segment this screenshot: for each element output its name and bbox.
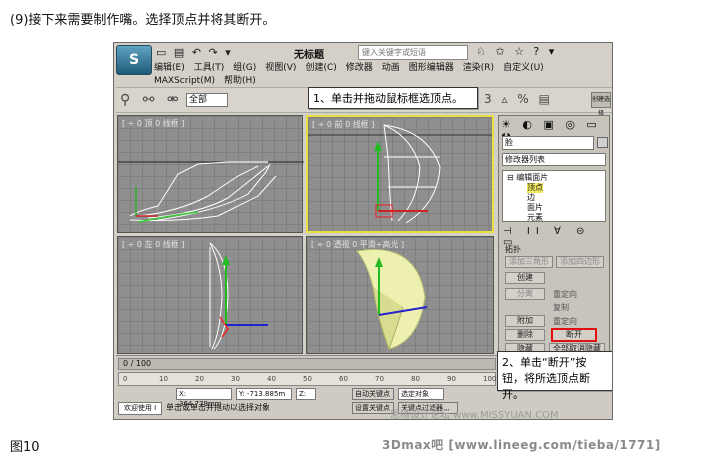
set-key-button[interactable]: 设置关键点 <box>352 402 394 414</box>
menu-item[interactable]: 工具(T) <box>194 62 225 75</box>
snap-tools-icons[interactable]: 3 ▵ % ▤ <box>484 92 553 106</box>
z-coordinate-field[interactable]: Z: <box>296 388 316 400</box>
reorient-checkbox[interactable]: 重定向 <box>553 289 577 300</box>
perspective-shaded-model <box>356 249 428 351</box>
quick-access-icons[interactable]: ▭ ▤ ↶ ↷ ▾ <box>156 46 233 59</box>
auto-key-button[interactable]: 自动关键点 <box>352 388 394 400</box>
stack-item-element[interactable]: 元素 <box>527 213 543 223</box>
title-bar: ▭ ▤ ↶ ↷ ▾ 无标题 键入关键字或短语 ♘ ✩ ☆ ? ▾ <box>154 45 610 61</box>
ruler-tick: 10 <box>159 375 168 383</box>
stack-item-edge[interactable]: 边 <box>527 193 535 203</box>
viewport-left[interactable]: [ + 0 左 0 线框 ] <box>117 236 303 354</box>
object-color-swatch[interactable] <box>597 137 608 148</box>
ruler-tick: 70 <box>375 375 384 383</box>
callout-box-select: 1、单击并拖动鼠标框选顶点。 <box>308 87 478 109</box>
key-mode-dropdown[interactable]: 选定对象 <box>398 388 444 400</box>
add-quad-button[interactable]: 添加四边形 <box>556 256 604 268</box>
stack-item-edit-patch[interactable]: ⊟ 编辑面片 <box>507 173 548 183</box>
menu-item[interactable]: 图形编辑器 <box>409 62 454 75</box>
3dsmax-window: S ▭ ▤ ↶ ↷ ▾ 无标题 键入关键字或短语 ♘ ✩ ☆ ? ▾ 编辑(E)… <box>113 42 613 420</box>
modifier-stack: ⊟ 编辑面片 顶点 边 面片 元素 <box>502 170 606 222</box>
credit-text: 3Dmax吧 [www.lineeg.com/tieba/1771] <box>382 438 661 452</box>
menu-item[interactable]: 修改器 <box>346 62 373 75</box>
reorient-checkbox-2[interactable]: 重定向 <box>553 316 577 327</box>
copy-checkbox[interactable]: 复制 <box>553 302 569 313</box>
command-panel: ☀ ◐ ▣ ◎ ▭ ⚒ 脸 修改器列表 ⊟ 编辑面片 顶点 边 面片 元素 ⊣ … <box>498 115 610 355</box>
ruler-tick: 100 <box>483 375 497 383</box>
viewport-top[interactable]: [ + 0 顶 0 线框 ] <box>117 115 304 233</box>
ruler-tick: 90 <box>447 375 456 383</box>
selection-filter-dropdown[interactable]: 全部 <box>186 93 228 107</box>
menu-item[interactable]: 动画 <box>382 62 400 75</box>
stack-item-patch[interactable]: 面片 <box>527 203 543 213</box>
ruler-tick: 30 <box>231 375 240 383</box>
ruler-tick: 50 <box>303 375 312 383</box>
menu-item[interactable]: 创建(C) <box>305 62 336 75</box>
detach-button[interactable]: 分离 <box>505 288 545 300</box>
delete-button[interactable]: 删除 <box>505 329 545 341</box>
create-button[interactable]: 创建 <box>505 272 545 284</box>
menu-item[interactable]: 编辑(E) <box>154 62 185 75</box>
viewport-perspective[interactable]: [ + 0 透视 0 平滑+高光 ] <box>306 236 494 354</box>
menu-item[interactable]: 渲染(R) <box>463 62 494 75</box>
top-wireframe <box>118 161 304 223</box>
menu-item[interactable]: 自定义(U) <box>503 62 544 75</box>
ruler-tick: 40 <box>267 375 276 383</box>
add-triangle-button[interactable]: 添加三角形 <box>505 256 553 268</box>
menu-item[interactable]: 组(G) <box>233 62 256 75</box>
track-bar[interactable]: 0 10 20 30 40 50 60 70 80 90 100 <box>118 372 496 386</box>
attach-button[interactable]: 附加 <box>505 315 545 327</box>
ruler-tick: 80 <box>411 375 420 383</box>
left-wireframe <box>209 242 268 350</box>
topology-rollout-title[interactable]: 拓扑 <box>505 244 521 255</box>
ruler-tick: 20 <box>195 375 204 383</box>
welcome-indicator[interactable]: 欢迎使用 I <box>118 402 162 415</box>
y-coordinate-field[interactable]: Y: -713.885m <box>236 388 292 400</box>
modifier-list-dropdown[interactable]: 修改器列表 <box>502 153 606 166</box>
time-slider[interactable]: 0 / 100 <box>118 358 496 370</box>
help-icons[interactable]: ♘ ✩ ☆ ? ▾ <box>476 45 557 58</box>
ruler-tick: 60 <box>339 375 348 383</box>
site-watermark: 思缘设计论坛 www.MISSYUAN.COM <box>390 410 559 421</box>
link-tools-icons[interactable]: ⚲ ⚯ ⚮ <box>120 92 183 108</box>
front-wireframe <box>308 124 492 224</box>
figure-caption: 图10 <box>10 440 40 455</box>
stack-item-vertex[interactable]: 顶点 <box>527 183 543 193</box>
menu-bar: 编辑(E) 工具(T) 组(G) 视图(V) 创建(C) 修改器 动画 图形编辑器 渲染(R) 自… <box>154 62 610 88</box>
top-caption: (9)接下来需要制作嘴。选择顶点并将其断开。 <box>10 13 276 28</box>
viewport-front[interactable]: [ + 0 前 0 线框 ] <box>306 115 494 233</box>
x-coordinate-field[interactable]: X: 364.779mm <box>176 388 232 408</box>
ruler-tick: 0 <box>123 375 128 383</box>
break-button[interactable]: 断开 <box>551 328 597 342</box>
named-selection-button[interactable]: 创建选择 <box>591 92 611 117</box>
app-logo-icon[interactable]: S <box>116 45 152 75</box>
callout-break-button: 2、单击“断开”按钮，将所选顶点断开。 <box>497 351 612 401</box>
window-title: 无标题 <box>294 50 324 61</box>
object-name-field[interactable]: 脸 <box>502 136 594 150</box>
status-prompt: 单击或单击并拖动以选择对象 <box>166 403 270 412</box>
menu-item[interactable]: 视图(V) <box>265 62 296 75</box>
help-search-input[interactable]: 键入关键字或短语 <box>358 45 468 60</box>
